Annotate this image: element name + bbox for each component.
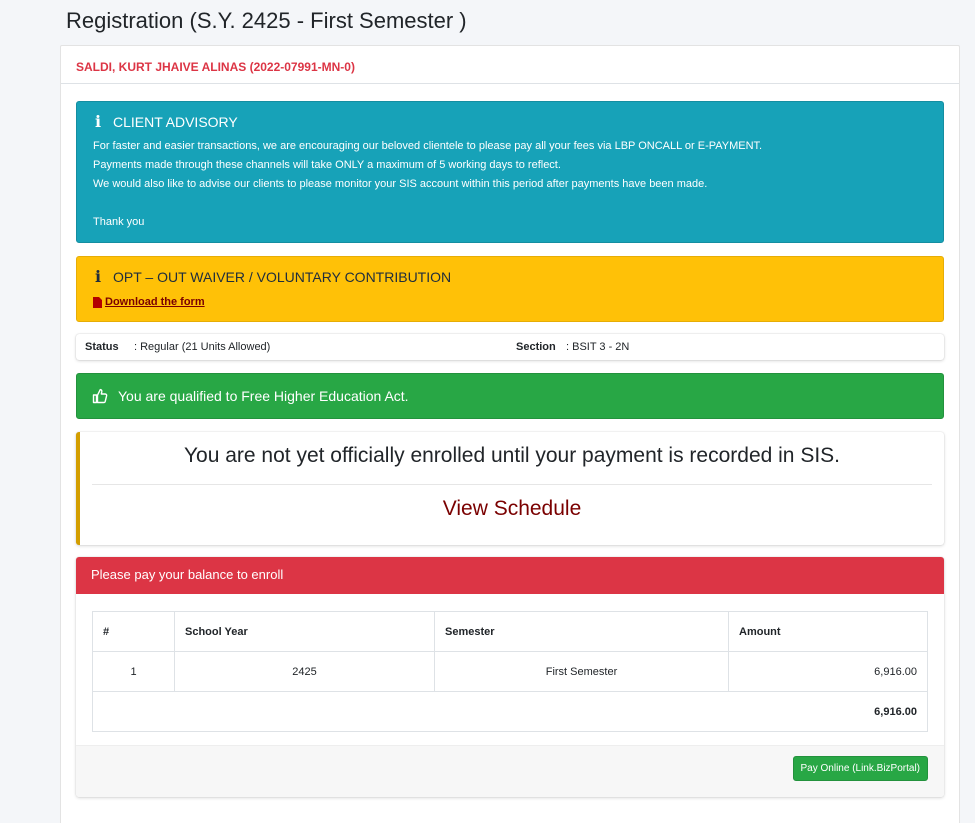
row-semester: First Semester [434,651,729,692]
status-label: Status [85,341,119,353]
balance-header: Please pay your balance to enroll [76,557,944,594]
balance-card: Please pay your balance to enroll # Scho… [76,557,944,797]
total-amount: 6,916.00 [92,691,928,732]
view-schedule-link[interactable]: View Schedule [443,497,582,521]
qualified-text: You are qualified to Free Higher Educati… [118,388,409,404]
waiver-alert: i OPT – OUT WAIVER / VOLUNTARY CONTRIBUT… [76,256,944,322]
column-header-amount: Amount [728,611,928,652]
section-value: : BSIT 3 - 2N [566,341,630,353]
advisory-line-3: We would also like to advise our clients… [93,178,708,190]
row-amount: 6,916.00 [728,651,928,692]
student-name: SALDI, KURT JHAIVE ALINAS (2022-07991-MN… [76,60,355,74]
client-advisory-alert: i CLIENT ADVISORY For faster and easier … [76,101,944,243]
section-label: Section [516,341,556,353]
column-header-school-year: School Year [174,611,435,652]
pay-online-button[interactable]: Pay Online (Link.BizPortal) [792,756,928,781]
column-header-number: # [92,611,175,652]
info-icon: i [94,112,102,131]
balance-footer: Pay Online (Link.BizPortal) [76,745,944,797]
advisory-line-1: For faster and easier transactions, we a… [93,140,763,152]
enrollment-callout: You are not yet officially enrolled unti… [76,432,944,545]
total-row: 6,916.00 [92,691,928,732]
advisory-thanks: Thank you [93,216,145,228]
qualified-alert: You are qualified to Free Higher Educati… [76,373,944,419]
column-header-semester: Semester [434,611,729,652]
registration-card: SALDI, KURT JHAIVE ALINAS (2022-07991-MN… [60,45,960,823]
row-school-year: 2425 [174,651,435,692]
waiver-heading: i OPT – OUT WAIVER / VOLUNTARY CONTRIBUT… [93,267,927,286]
advisory-line-2: Payments made through these channels wil… [93,159,561,171]
enrollment-notice: You are not yet officially enrolled unti… [183,444,841,467]
status-bar: Status : Regular (21 Units Allowed) Sect… [76,334,944,360]
card-header: SALDI, KURT JHAIVE ALINAS (2022-07991-MN… [61,46,959,84]
file-pdf-icon [93,296,102,308]
table-row: 1 2425 First Semester 6,916.00 [92,651,928,692]
download-form-label: Download the form [105,296,205,308]
download-form-link[interactable]: Download the form [93,296,205,308]
table-header-row: # School Year Semester Amount [92,611,928,652]
info-icon: i [94,267,102,286]
row-number: 1 [92,651,175,692]
advisory-heading: i CLIENT ADVISORY [93,112,927,131]
balance-table: # School Year Semester Amount 1 2425 Fir… [92,611,928,732]
advisory-title: CLIENT ADVISORY [113,113,238,130]
page-title: Registration (S.Y. 2425 - First Semester… [66,8,467,33]
thumbs-up-icon [92,388,108,404]
waiver-title: OPT – OUT WAIVER / VOLUNTARY CONTRIBUTIO… [113,268,452,285]
status-value: : Regular (21 Units Allowed) [134,341,271,353]
divider [92,484,932,485]
